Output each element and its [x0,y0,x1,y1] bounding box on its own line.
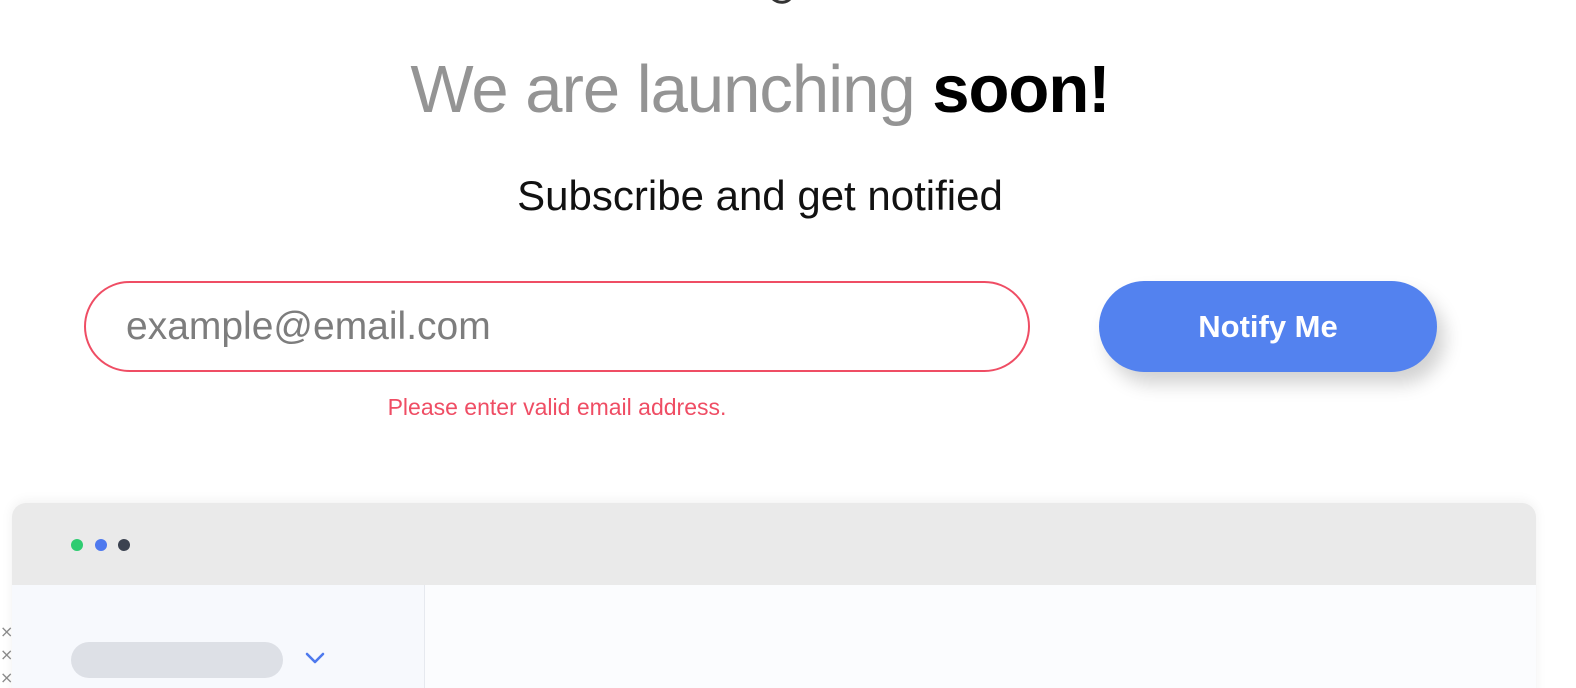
email-field[interactable] [84,281,1030,372]
app-window-mockup [12,503,1536,688]
window-dot-green [71,539,83,551]
window-dot-dark [118,539,130,551]
x-mark-icon: × [0,645,14,664]
notify-me-button[interactable]: Notify Me [1099,281,1437,372]
mockup-main-area [425,585,1536,688]
logo-fragment [772,0,791,4]
email-error-message: Please enter valid email address. [387,394,727,420]
headline-light: We are launching [410,52,915,127]
x-mark-icon: × [0,668,14,687]
landing-page: We are launching soon! Subscribe and get… [0,0,1576,688]
subtitle: Subscribe and get notified [517,172,1003,219]
page-title: We are launching soon! [0,50,1520,130]
window-dot-blue [95,539,107,551]
mockup-sidebar-placeholder [71,642,283,678]
side-marks: × × × [0,620,14,688]
mockup-sidebar [12,585,425,688]
mockup-titlebar [12,503,1536,585]
x-mark-icon: × [0,622,14,641]
chevron-down-icon [305,652,325,664]
headline-bold: soon! [932,52,1110,127]
